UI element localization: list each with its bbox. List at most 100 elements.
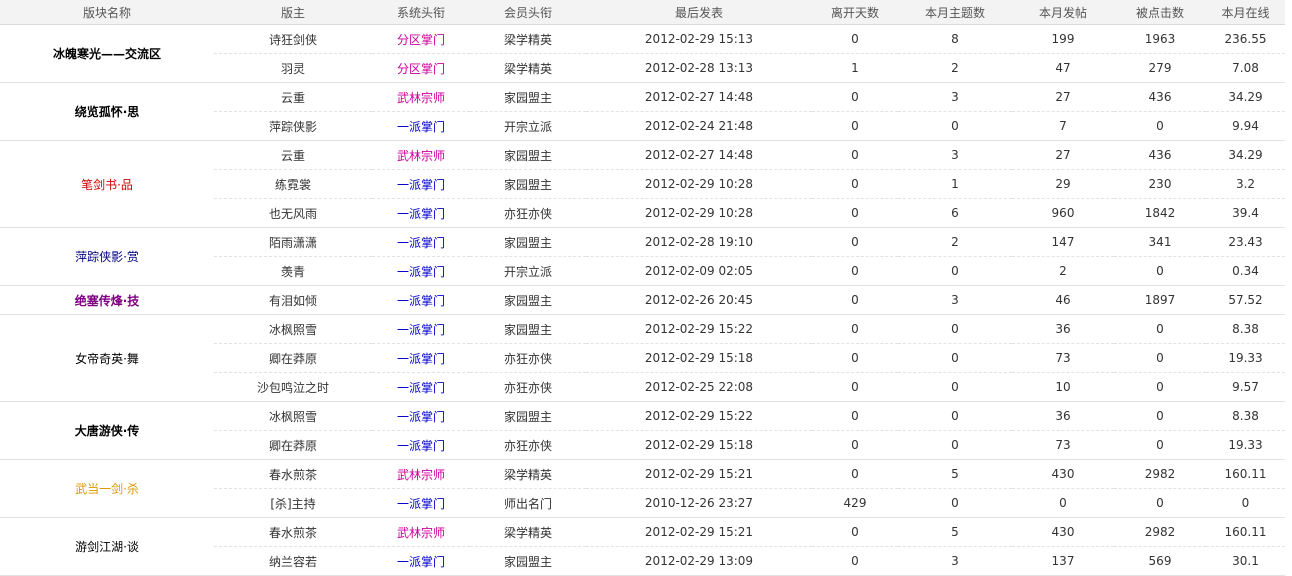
last-post-time: 2012-02-28 13:13	[586, 53, 812, 83]
board-name[interactable]: 游剑江湖·谈	[0, 517, 214, 576]
moderator-stats-page: 版块名称 版主 系统头衔 会员头衔 最后发表 离开天数 本月主题数 本月发帖 被点击数 本月在线 …	[0, 0, 1285, 576]
moderator-name[interactable]: 也无风雨	[214, 198, 372, 228]
last-post-time: 2012-02-27 14:48	[586, 82, 812, 112]
click-count: 0	[1114, 314, 1206, 344]
days-away: 0	[812, 459, 898, 489]
board-name[interactable]: 笔剑书·品	[0, 140, 214, 228]
moderator-name[interactable]: 有泪如倾	[214, 285, 372, 315]
system-title: 一派掌门	[372, 285, 470, 315]
moderator-name[interactable]: 卿在莽原	[214, 343, 372, 373]
days-away: 0	[812, 401, 898, 431]
last-post-time: 2012-02-29 15:21	[586, 517, 812, 547]
member-title: 家园盟主	[470, 314, 586, 344]
monthly-topics: 2	[898, 53, 1012, 83]
monthly-topics: 0	[898, 343, 1012, 373]
monthly-online: 7.08	[1206, 53, 1285, 83]
monthly-online: 30.1	[1206, 546, 1285, 576]
monthly-topics: 6	[898, 198, 1012, 228]
last-post-time: 2012-02-09 02:05	[586, 256, 812, 286]
board-name[interactable]: 大唐游侠·传	[0, 401, 214, 460]
monthly-topics: 0	[898, 430, 1012, 460]
member-title: 开宗立派	[470, 256, 586, 286]
moderator-name[interactable]: 沙包鸣泣之时	[214, 372, 372, 402]
member-title: 家园盟主	[470, 401, 586, 431]
monthly-posts: 147	[1012, 227, 1114, 257]
board-name[interactable]: 冰魄寒光——交流区	[0, 24, 214, 83]
monthly-online: 9.57	[1206, 372, 1285, 402]
monthly-online: 9.94	[1206, 111, 1285, 141]
moderator-name[interactable]: 云重	[214, 82, 372, 112]
last-post-time: 2012-02-29 15:22	[586, 314, 812, 344]
last-post-time: 2012-02-29 15:18	[586, 343, 812, 373]
moderator-name[interactable]: 诗狂剑侠	[214, 24, 372, 54]
monthly-posts: 7	[1012, 111, 1114, 141]
click-count: 569	[1114, 546, 1206, 576]
member-title: 梁学精英	[470, 53, 586, 83]
member-title: 师出名门	[470, 488, 586, 518]
table-body: 冰魄寒光——交流区 诗狂剑侠 分区掌门 梁学精英 2012-02-29 15:13 0 8 1…	[0, 24, 1285, 576]
moderator-name[interactable]: [杀]主持	[214, 488, 372, 518]
monthly-posts: 0	[1012, 488, 1114, 518]
board-name[interactable]: 绕览孤怀·思	[0, 82, 214, 141]
moderator-name[interactable]: 云重	[214, 140, 372, 170]
days-away: 0	[812, 111, 898, 141]
member-title: 亦狂亦侠	[470, 343, 586, 373]
moderator-name[interactable]: 春水煎茶	[214, 517, 372, 547]
monthly-topics: 0	[898, 314, 1012, 344]
monthly-topics: 0	[898, 372, 1012, 402]
monthly-topics: 5	[898, 459, 1012, 489]
monthly-topics: 0	[898, 111, 1012, 141]
click-count: 341	[1114, 227, 1206, 257]
monthly-posts: 47	[1012, 53, 1114, 83]
moderator-name[interactable]: 练霓裳	[214, 169, 372, 199]
days-away: 0	[812, 372, 898, 402]
table-row: 武当一剑·杀 春水煎茶 武林宗师 梁学精英 2012-02-29 15:21 0 5 430 2…	[0, 459, 1285, 518]
board-name[interactable]: 绝塞传烽·技	[0, 285, 214, 315]
monthly-online: 34.29	[1206, 140, 1285, 170]
days-away: 0	[812, 24, 898, 54]
member-title: 开宗立派	[470, 111, 586, 141]
monthly-posts: 73	[1012, 430, 1114, 460]
member-title: 梁学精英	[470, 517, 586, 547]
click-count: 2982	[1114, 517, 1206, 547]
monthly-online: 8.38	[1206, 314, 1285, 344]
monthly-online: 160.11	[1206, 459, 1285, 489]
days-away: 0	[812, 140, 898, 170]
moderator-name[interactable]: 卿在莽原	[214, 430, 372, 460]
moderator-name[interactable]: 纳兰容若	[214, 546, 372, 576]
days-away: 1	[812, 53, 898, 83]
last-post-time: 2012-02-29 15:18	[586, 430, 812, 460]
system-title: 一派掌门	[372, 227, 470, 257]
moderator-stats-table: 版块名称 版主 系统头衔 会员头衔 最后发表 离开天数 本月主题数 本月发帖 被点击数 本月在线 …	[0, 0, 1285, 576]
board-name[interactable]: 女帝奇英·舞	[0, 314, 214, 402]
last-post-time: 2010-12-26 23:27	[586, 488, 812, 518]
system-title: 一派掌门	[372, 169, 470, 199]
moderator-name[interactable]: 冰枫照雪	[214, 314, 372, 344]
monthly-online: 39.4	[1206, 198, 1285, 228]
click-count: 279	[1114, 53, 1206, 83]
moderator-name[interactable]: 萍踪侠影	[214, 111, 372, 141]
last-post-time: 2012-02-27 14:48	[586, 140, 812, 170]
moderator-name[interactable]: 冰枫照雪	[214, 401, 372, 431]
header-row: 版块名称 版主 系统头衔 会员头衔 最后发表 离开天数 本月主题数 本月发帖 被点击数 本月在线	[0, 0, 1285, 25]
board-name[interactable]: 萍踪侠影·赏	[0, 227, 214, 286]
click-count: 230	[1114, 169, 1206, 199]
click-count: 0	[1114, 430, 1206, 460]
moderator-name[interactable]: 陌雨潇潇	[214, 227, 372, 257]
moderator-name[interactable]: 羽灵	[214, 53, 372, 83]
header-col-clicks: 被点击数	[1114, 0, 1206, 25]
moderator-name[interactable]: 春水煎茶	[214, 459, 372, 489]
system-title: 武林宗师	[372, 82, 470, 112]
monthly-online: 19.33	[1206, 430, 1285, 460]
days-away: 0	[812, 430, 898, 460]
table-row: 绕览孤怀·思 云重 武林宗师 家园盟主 2012-02-27 14:48 0 3 27 436 3…	[0, 82, 1285, 141]
click-count: 0	[1114, 343, 1206, 373]
board-name[interactable]: 武当一剑·杀	[0, 459, 214, 518]
days-away: 429	[812, 488, 898, 518]
click-count: 1897	[1114, 285, 1206, 315]
table-row: 大唐游侠·传 冰枫照雪 一派掌门 家园盟主 2012-02-29 15:22 0 0 36 0 8…	[0, 401, 1285, 460]
member-title: 梁学精英	[470, 459, 586, 489]
monthly-online: 8.38	[1206, 401, 1285, 431]
moderator-name[interactable]: 羡青	[214, 256, 372, 286]
system-title: 一派掌门	[372, 546, 470, 576]
